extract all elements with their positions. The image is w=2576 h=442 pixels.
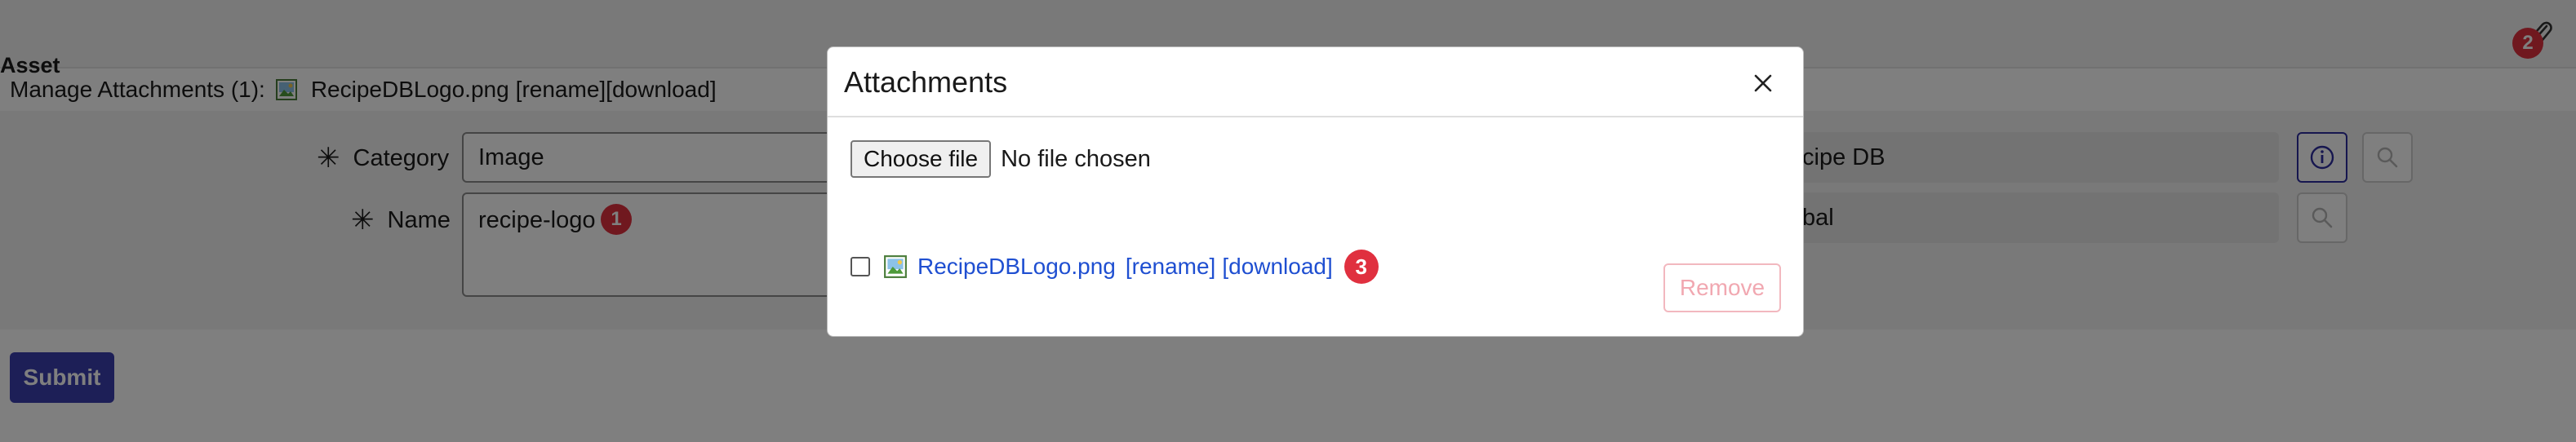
close-button[interactable] (1747, 67, 1779, 99)
close-icon (1754, 74, 1772, 92)
no-file-chosen-text: No file chosen (1001, 145, 1151, 172)
rename-link[interactable]: [rename] (1126, 254, 1216, 280)
dialog-header: Attachments (828, 47, 1803, 117)
badge-3: 3 (1344, 250, 1379, 284)
remove-button[interactable]: Remove (1663, 263, 1781, 312)
choose-file-button[interactable]: Choose file (851, 140, 992, 178)
attachment-file-link[interactable]: RecipeDBLogo.png (917, 254, 1116, 280)
download-link[interactable]: [download] (1222, 254, 1332, 280)
attachments-dialog: Attachments Choose file No file chosen R… (827, 46, 1804, 337)
dialog-title: Attachments (844, 65, 1008, 99)
attachment-row: RecipeDBLogo.png [rename] [download] 3 (851, 250, 1379, 284)
image-file-icon (883, 254, 908, 279)
file-chooser-row: Choose file No file chosen (851, 140, 1151, 178)
attachment-checkbox[interactable] (851, 257, 870, 276)
